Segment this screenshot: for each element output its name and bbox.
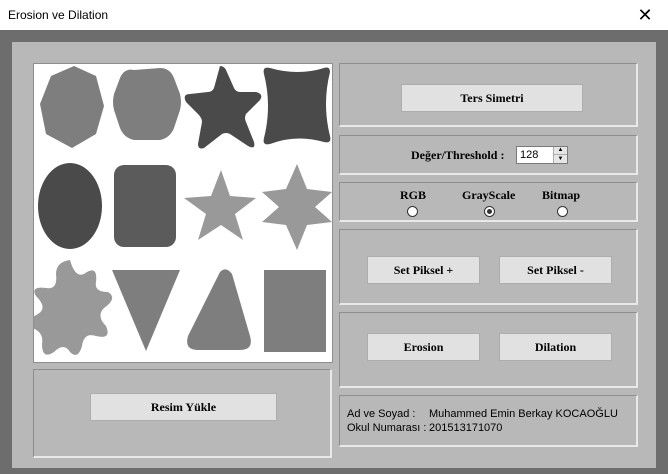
five-point-star-shape <box>184 170 256 240</box>
mode-bitmap-radio[interactable] <box>557 206 568 217</box>
shapes-image <box>34 66 332 355</box>
mode-rgb-radio[interactable] <box>407 206 418 217</box>
window-title: Erosion ve Dilation <box>8 8 109 22</box>
rounded-rect-shape <box>114 165 176 247</box>
stepper-down-icon[interactable]: ▼ <box>553 155 567 163</box>
rounded-octagon-shape <box>113 68 181 140</box>
resim-yukle-button[interactable]: Resim Yükle <box>90 393 277 421</box>
name-label: Ad ve Soyad : <box>347 408 416 420</box>
threshold-label: Değer/Threshold : <box>411 148 505 162</box>
mode-rgb-label: RGB <box>400 188 427 202</box>
threshold-value[interactable]: 128 <box>520 149 538 161</box>
info-panel <box>339 395 638 447</box>
rounded-triangle-shape <box>187 269 251 350</box>
erosion-button[interactable]: Erosion <box>367 333 480 361</box>
stepper-up-icon[interactable]: ▲ <box>553 147 567 155</box>
heptagon-shape <box>40 66 104 148</box>
mode-bitmap-label: Bitmap <box>542 188 581 202</box>
six-point-star-shape <box>262 164 332 250</box>
name-value: Muhammed Emin Berkay KOCAOĞLU <box>429 408 618 420</box>
threshold-stepper[interactable]: 128 ▲ ▼ <box>516 146 568 164</box>
mode-grayscale-radio[interactable] <box>484 206 495 217</box>
rectangle-shape <box>264 270 326 352</box>
dilation-button[interactable]: Dilation <box>499 333 612 361</box>
set-piksel-minus-button[interactable]: Set Piksel - <box>499 256 612 284</box>
wavy-star-shape <box>34 260 113 355</box>
number-label: Okul Numarası : <box>347 422 427 434</box>
rounded-star-shape <box>184 66 262 149</box>
main-panel: Resim Yükle Ters Simetri Değer/Threshold… <box>12 42 656 468</box>
mode-grayscale-label: GrayScale <box>462 188 516 202</box>
ellipse-shape <box>38 163 102 249</box>
window-client: Resim Yükle Ters Simetri Değer/Threshold… <box>0 30 668 474</box>
close-icon[interactable]: ✕ <box>622 0 668 30</box>
ters-simetri-button[interactable]: Ters Simetri <box>401 84 583 112</box>
image-preview <box>33 63 333 363</box>
triangle-shape <box>112 270 180 351</box>
set-piksel-plus-button[interactable]: Set Piksel + <box>367 256 480 284</box>
title-bar: Erosion ve Dilation ✕ <box>0 0 668 30</box>
number-value: 201513171070 <box>429 422 503 434</box>
concave-square-shape <box>263 67 331 145</box>
